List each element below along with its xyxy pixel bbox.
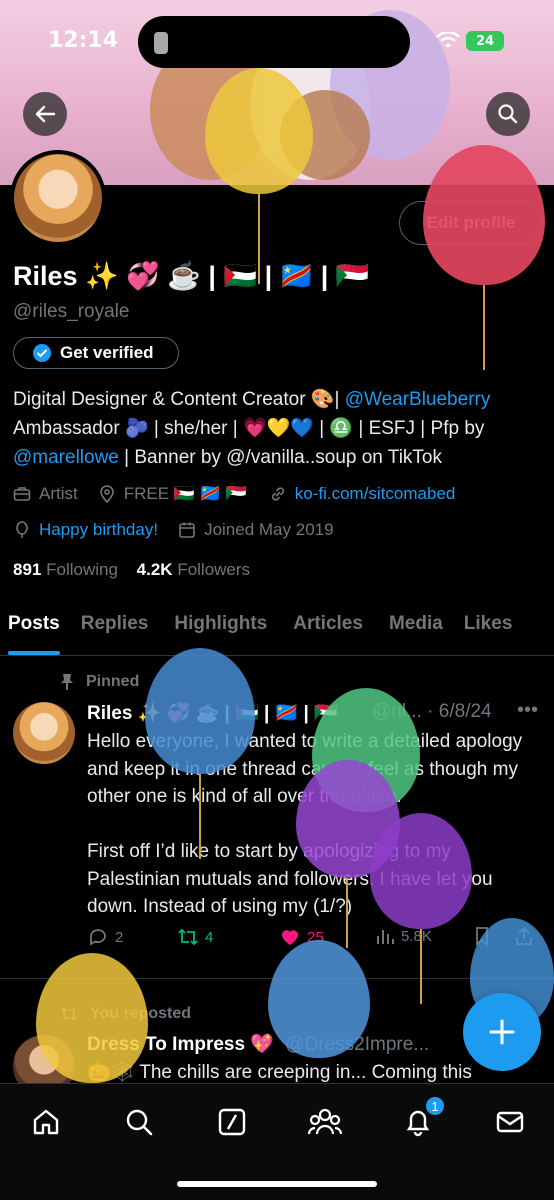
profile-tabs: Posts Replies Highlights Articles Media … bbox=[0, 605, 554, 656]
notification-badge: 1 bbox=[424, 1095, 446, 1117]
plus-icon bbox=[489, 1019, 515, 1045]
briefcase-icon bbox=[13, 487, 31, 501]
balloon-decoration bbox=[36, 953, 148, 1083]
location-text: FREE 🇵🇸 🇨🇩 🇸🇩 bbox=[123, 484, 247, 503]
compose-post-button[interactable] bbox=[463, 993, 541, 1071]
dynamic-island bbox=[138, 16, 410, 68]
home-indicator bbox=[177, 1181, 377, 1187]
bio: Digital Designer & Content Creator 🎨| @W… bbox=[13, 385, 548, 472]
bio-text: Digital Designer & Content Creator 🎨| bbox=[13, 389, 345, 410]
profile-avatar[interactable] bbox=[10, 150, 106, 246]
views-button[interactable]: 5.8K bbox=[375, 926, 432, 946]
post-author-avatar[interactable] bbox=[13, 702, 75, 764]
battery-level: 24 bbox=[475, 33, 495, 49]
reply-button[interactable]: 2 bbox=[87, 926, 123, 948]
balloon-decoration bbox=[205, 68, 313, 194]
bio-mention-link[interactable]: @WearBlueberry bbox=[345, 389, 491, 410]
post-text: 🎃🕸️ The chills are creeping in... Coming… bbox=[87, 1062, 472, 1083]
joined-text: Joined May 2019 bbox=[204, 520, 334, 539]
profile-meta-row-2: Happy birthday! Joined May 2019 bbox=[13, 520, 334, 540]
nav-search[interactable] bbox=[119, 1102, 159, 1142]
verified-badge-icon bbox=[33, 344, 51, 362]
bio-mention-link[interactable]: @marellowe bbox=[13, 447, 119, 468]
battery-indicator: 24 bbox=[466, 31, 504, 51]
display-name: Riles ✨ 💞 ☕️ | 🇵🇸 | 🇨🇩 | 🇸🇩 bbox=[13, 261, 370, 291]
repost-button[interactable]: 4 bbox=[177, 926, 213, 948]
tab-media[interactable]: Media bbox=[389, 605, 443, 655]
arrow-left-icon bbox=[35, 105, 56, 123]
username: @riles_royale bbox=[13, 301, 130, 322]
calendar-icon bbox=[179, 522, 195, 538]
following-label: Following bbox=[46, 560, 118, 579]
status-bar: 12:14 24 bbox=[0, 0, 554, 80]
nav-communities[interactable] bbox=[305, 1102, 345, 1142]
nav-messages[interactable] bbox=[490, 1102, 530, 1142]
category-text: Artist bbox=[39, 484, 78, 503]
mail-icon bbox=[496, 1111, 524, 1133]
get-verified-label: Get verified bbox=[60, 343, 154, 362]
tab-replies[interactable]: Replies bbox=[81, 605, 149, 655]
following-link[interactable]: 891 Following bbox=[13, 560, 118, 579]
link-icon bbox=[271, 487, 284, 501]
home-icon bbox=[33, 1109, 59, 1135]
balloon-string bbox=[258, 194, 260, 284]
search-icon bbox=[126, 1109, 153, 1136]
followers-label: Followers bbox=[177, 560, 251, 579]
bio-text: Ambassador 🫐 | she/her | 💗💛💙 | ♎️ | ESFJ… bbox=[13, 418, 485, 439]
view-count: 5.8K bbox=[401, 927, 432, 945]
reply-count: 2 bbox=[115, 928, 124, 946]
pinned-indicator: Pinned bbox=[60, 673, 139, 691]
balloon-string bbox=[483, 285, 485, 370]
followers-count: 4.2K bbox=[136, 560, 173, 579]
reply-icon bbox=[90, 929, 106, 946]
tab-highlights[interactable]: Highlights bbox=[174, 605, 267, 655]
balloon-string bbox=[346, 878, 348, 948]
pinned-label: Pinned bbox=[86, 673, 140, 690]
birthday-link[interactable]: Happy birthday! bbox=[39, 520, 158, 540]
tab-articles[interactable]: Articles bbox=[293, 605, 363, 655]
views-chart-icon bbox=[377, 930, 394, 944]
pin-icon bbox=[61, 674, 73, 690]
back-button[interactable] bbox=[23, 92, 67, 136]
profile-meta-row: Artist FREE 🇵🇸 🇨🇩 🇸🇩 ko-fi.com/sitcomabe… bbox=[13, 484, 455, 504]
following-count: 891 bbox=[13, 560, 42, 579]
repost-count: 4 bbox=[205, 928, 214, 946]
balloon-decoration bbox=[268, 940, 370, 1058]
location-pin-icon bbox=[99, 485, 114, 503]
balloon-icon bbox=[16, 521, 28, 538]
followers-link[interactable]: 4.2K Followers bbox=[137, 560, 250, 579]
clock: 12:14 bbox=[48, 28, 119, 53]
get-verified-button[interactable]: Get verified bbox=[13, 337, 179, 369]
repost-icon bbox=[178, 928, 198, 946]
wifi-icon bbox=[436, 32, 460, 48]
search-icon bbox=[498, 104, 518, 124]
balloon-decoration bbox=[145, 648, 255, 774]
grok-icon bbox=[218, 1108, 246, 1136]
website-link[interactable]: ko-fi.com/sitcomabed bbox=[295, 484, 456, 504]
search-button[interactable] bbox=[486, 92, 530, 136]
nav-home[interactable] bbox=[26, 1102, 66, 1142]
nav-grok[interactable] bbox=[212, 1102, 252, 1142]
balloon-string bbox=[199, 774, 201, 859]
people-icon bbox=[308, 1108, 342, 1135]
tab-likes[interactable]: Likes bbox=[464, 605, 513, 655]
flashlight-icon bbox=[154, 32, 168, 54]
tab-posts[interactable]: Posts bbox=[8, 605, 60, 655]
follow-counts: 891 Following 4.2K Followers bbox=[13, 560, 250, 580]
balloon-decoration bbox=[370, 813, 472, 929]
more-options-icon[interactable]: ••• bbox=[517, 699, 538, 722]
balloon-string bbox=[420, 929, 422, 1004]
balloon-decoration bbox=[423, 145, 545, 285]
bio-text: | Banner by @/vanilla..soup on TikTok bbox=[118, 447, 442, 468]
